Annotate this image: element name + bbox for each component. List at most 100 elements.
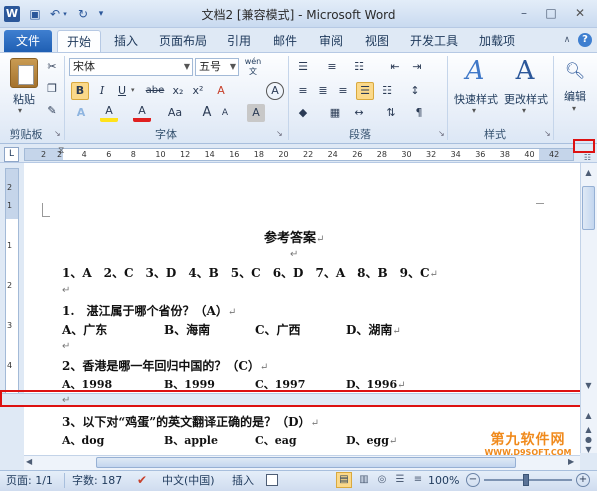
center-icon[interactable]: ≣ [314,82,332,100]
find-icon[interactable]: 🔍︎ [562,58,588,84]
decrease-indent-icon[interactable]: ⇤ [386,58,404,76]
tab-references[interactable]: 引用 [221,30,257,52]
underline-button[interactable]: U [113,82,131,100]
cut-icon[interactable]: ✂ [43,58,61,76]
shading-icon[interactable]: ◆ [294,104,312,122]
subscript-button[interactable]: x₂ [169,82,187,100]
chevron-down-icon[interactable]: ▼ [230,59,236,75]
bullets-icon[interactable]: ☰ [294,58,312,76]
change-case-icon[interactable]: Aa [162,104,188,122]
sort-icon[interactable]: ⇅ [382,104,400,122]
text-effects-icon[interactable]: A [72,104,90,122]
scroll-down-icon[interactable]: ▼ [581,378,596,393]
tab-page-layout[interactable]: 页面布局 [152,30,214,52]
align-left-icon[interactable]: ≡ [294,82,312,100]
view-ruler-icon[interactable]: ☷ [581,153,594,163]
styles-dialog-launcher-icon[interactable]: ↘ [544,129,551,138]
minimize-ribbon-icon[interactable]: ∧ [560,33,574,47]
page-count[interactable]: 页面: 1/1 [6,473,53,488]
full-screen-reading-icon[interactable]: ▥ [356,472,372,488]
maximize-icon[interactable]: □ [539,4,563,22]
change-styles-button[interactable]: 更改样式 [502,91,550,107]
draft-view-icon[interactable]: ≡ [410,472,426,488]
numbering-icon[interactable]: ≡ [323,58,341,76]
character-shading-icon[interactable]: A [247,104,265,122]
quick-styles-dropdown-icon[interactable]: ▾ [472,106,476,115]
zoom-in-icon[interactable]: + [576,473,590,487]
align-right-icon[interactable]: ≡ [334,82,352,100]
italic-button[interactable]: I [93,82,111,100]
paste-button[interactable]: 粘贴 [6,91,42,107]
format-painter-icon[interactable]: ✎ [43,102,61,120]
vertical-scroll-thumb[interactable] [582,186,595,230]
zoom-slider-thumb[interactable] [523,474,529,486]
horizontal-ruler[interactable]: ⧖ 2 2 4 6 8 10 12 14 16 18 20 22 24 26 28 30 32 34 36 38 40 4… [24,146,574,161]
proofing-icon[interactable]: ✔ [134,472,150,488]
line-spacing-icon[interactable]: ↕ [406,82,424,100]
web-layout-icon[interactable]: ◎ [374,472,390,488]
multilevel-list-icon[interactable]: ☷ [350,58,368,76]
clipboard-dialog-launcher-icon[interactable]: ↘ [54,129,61,138]
borders-icon[interactable]: ▦ [326,104,344,122]
underline-dropdown-icon[interactable]: ▾ [131,86,135,94]
bold-button[interactable]: B [71,82,89,100]
tab-developer[interactable]: 开发工具 [403,30,465,52]
scroll-left-icon[interactable]: ◀ [26,457,32,466]
editing-dropdown-icon[interactable]: ▾ [572,104,576,113]
scroll-up-icon[interactable]: ▲ [581,408,596,423]
minimize-icon[interactable]: – [512,4,536,22]
show-marks-icon[interactable]: ¶ [410,104,428,122]
help-icon[interactable]: ? [578,33,592,47]
justify-icon[interactable]: ☰ [356,82,374,100]
next-page-icon[interactable]: ▼ [581,442,596,457]
question-3-option: C、eag [255,434,297,447]
paste-dropdown-icon[interactable]: ▾ [18,106,22,115]
change-styles-icon[interactable]: A [510,56,540,86]
paste-icon[interactable] [10,58,38,88]
tab-file[interactable]: 文件 [4,30,52,52]
superscript-button[interactable]: x² [189,82,207,100]
strikethrough-button[interactable]: abe [143,82,167,100]
editing-button[interactable]: 编辑 [558,88,592,104]
tab-insert[interactable]: 插入 [107,30,145,52]
tab-selector[interactable]: L [4,147,19,162]
chinese-layout-icon[interactable]: ↔ [350,104,368,122]
tab-review[interactable]: 审阅 [312,30,350,52]
text-highlight-color-icon[interactable]: A [100,104,118,122]
zoom-level[interactable]: 100% [428,473,459,488]
grow-font-icon[interactable]: A [198,104,216,122]
insert-mode-indicator[interactable]: 插入 [232,473,254,488]
paragraph-dialog-launcher-icon[interactable]: ↘ [438,129,445,138]
tab-mailings[interactable]: 邮件 [266,30,304,52]
tab-home[interactable]: 开始 [57,30,101,52]
phonetic-guide-icon[interactable]: wén 文 [243,57,263,79]
close-icon[interactable]: ✕ [568,4,592,22]
scroll-up-icon[interactable]: ▲ [581,165,596,180]
font-color-icon[interactable]: A [133,104,151,122]
clear-formatting-icon[interactable]: A [212,82,230,100]
print-layout-icon[interactable]: ▤ [336,472,352,488]
chevron-down-icon[interactable]: ▼ [184,59,190,75]
font-dialog-launcher-icon[interactable]: ↘ [276,129,283,138]
quick-styles-icon[interactable]: A [460,56,490,86]
zoom-out-icon[interactable]: − [466,473,480,487]
language-indicator[interactable]: 中文(中国) [162,473,215,488]
distributed-icon[interactable]: ☷ [378,82,396,100]
tab-addins[interactable]: 加载项 [472,30,522,52]
tab-view[interactable]: 视图 [358,30,396,52]
enclose-characters-icon[interactable]: A [266,82,284,100]
change-styles-dropdown-icon[interactable]: ▾ [522,106,526,115]
word-count[interactable]: 字数: 187 [72,473,122,488]
font-name-combo[interactable]: 宋体 ▼ [69,58,193,76]
increase-indent-icon[interactable]: ⇥ [408,58,426,76]
document-page[interactable]: 参考答案↵ ↵ 1、A 2、C 3、D 4、B 5、C 6、D 7、A 8、B … [24,163,580,396]
question-3-option: B、apple [164,434,218,447]
font-size-combo[interactable]: 五号 ▼ [195,58,239,76]
macro-recording-icon[interactable] [266,474,278,486]
copy-icon[interactable]: ❐ [43,80,61,98]
quick-styles-button[interactable]: 快速样式 [452,91,500,107]
shrink-font-icon[interactable]: A [216,104,234,122]
outline-view-icon[interactable]: ☰ [392,472,408,488]
vertical-ruler[interactable]: 2 1 1 2 3 4 [5,168,19,394]
horizontal-scroll-thumb[interactable] [96,457,516,468]
